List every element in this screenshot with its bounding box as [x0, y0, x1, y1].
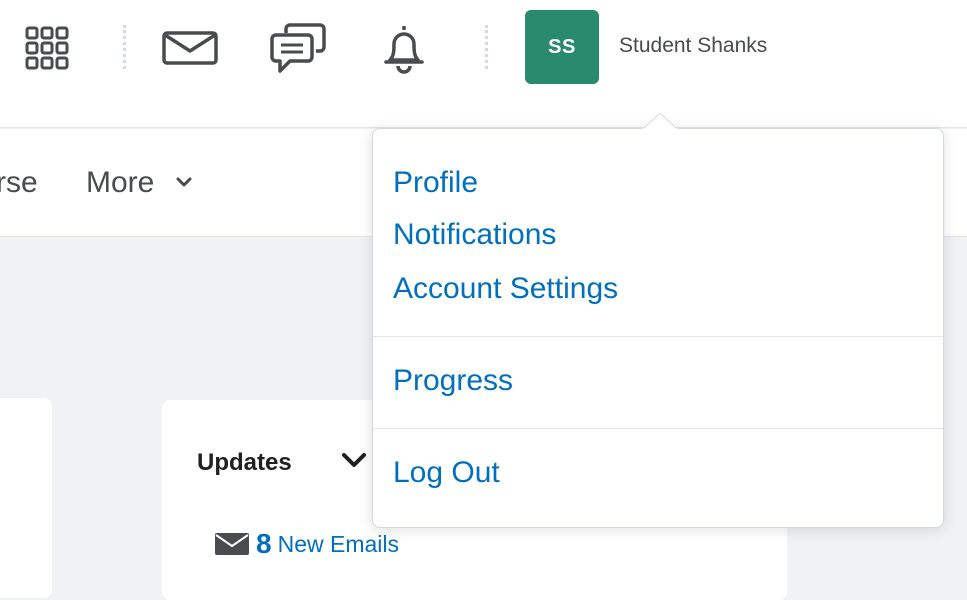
- chevron-down-icon[interactable]: [341, 452, 367, 470]
- avatar[interactable]: SS: [525, 10, 599, 84]
- menu-item-notifications[interactable]: Notifications: [393, 218, 556, 252]
- email-label: New Emails: [277, 530, 399, 557]
- mail-icon[interactable]: [162, 31, 218, 65]
- email-count: 8: [256, 528, 272, 559]
- separator: [123, 25, 126, 69]
- widget-card: [0, 398, 52, 598]
- menu-item-profile[interactable]: Profile: [393, 166, 478, 200]
- menu-item-progress[interactable]: Progress: [393, 364, 513, 398]
- avatar-initials: SS: [548, 35, 576, 58]
- chat-bubbles-icon[interactable]: [268, 23, 328, 75]
- nav-item-course[interactable]: rse: [0, 166, 38, 200]
- new-emails-link[interactable]: 8 New Emails: [214, 528, 399, 560]
- separator: [485, 25, 488, 69]
- menu-item-log-out[interactable]: Log Out: [393, 456, 500, 490]
- top-bar: [0, 0, 967, 128]
- mail-icon: [215, 533, 249, 555]
- updates-title: Updates: [197, 449, 292, 476]
- menu-divider: [373, 428, 943, 429]
- dropdown-pointer: [643, 112, 677, 130]
- nav-item-more[interactable]: More: [86, 166, 154, 200]
- bell-icon[interactable]: [380, 22, 428, 74]
- menu-divider: [373, 336, 943, 337]
- menu-item-account-settings[interactable]: Account Settings: [393, 272, 618, 306]
- waffle-grid-icon[interactable]: [25, 26, 69, 70]
- user-name[interactable]: Student Shanks: [619, 34, 767, 58]
- chevron-down-icon: [176, 177, 192, 187]
